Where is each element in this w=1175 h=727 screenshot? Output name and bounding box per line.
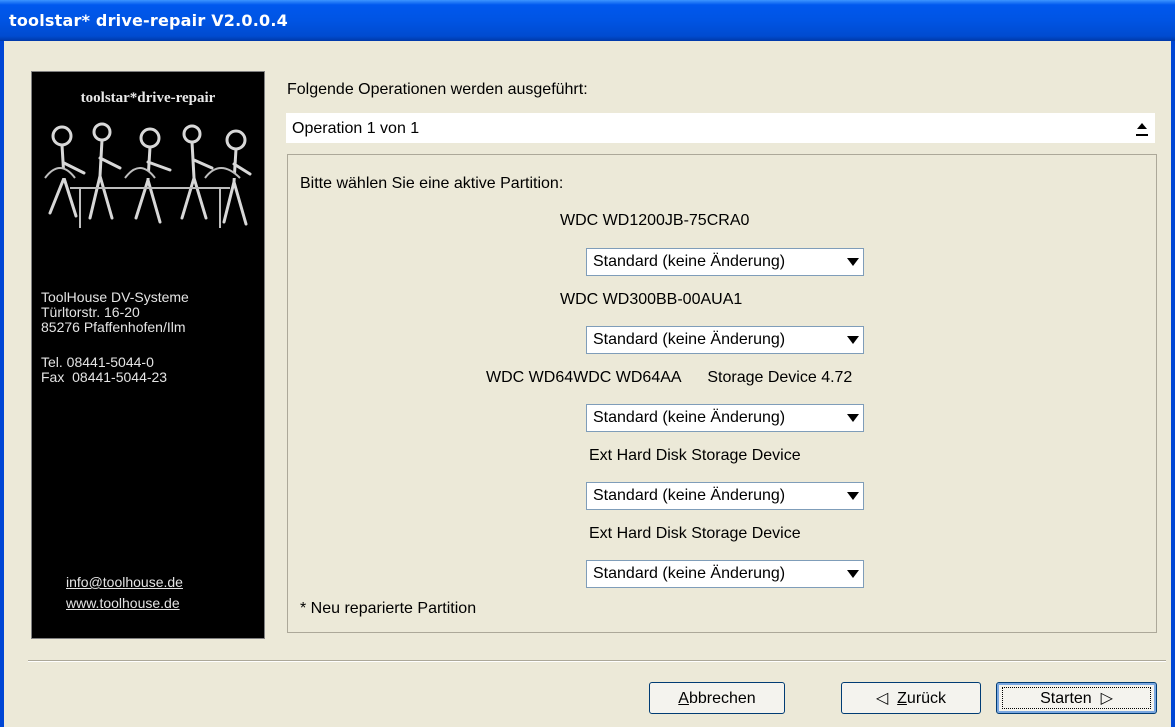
address-line: 85276 Pfaffenhofen/Ilm [41, 319, 186, 335]
client-area: toolstar*drive-repair ToolHouse DV-Syste… [4, 41, 1171, 727]
window-title: toolstar* drive-repair V2.0.0.4 [9, 11, 288, 30]
address-line: Türltorstr. 16-20 [41, 304, 140, 320]
cancel-button[interactable]: Abbrechen [649, 682, 785, 714]
partition-select[interactable]: Standard (keine Änderung) [586, 326, 864, 354]
back-accelerator: Z [897, 690, 907, 707]
email-link[interactable]: info@toolhouse.de [66, 572, 183, 593]
device-label: WDC WD1200JB-75CRA0 [560, 212, 750, 229]
arrow-left-icon: ◁ [875, 690, 889, 707]
partition-group: Bitte wählen Sie eine aktive Partition: … [287, 154, 1157, 633]
chevron-down-icon[interactable] [844, 328, 862, 352]
company-address: ToolHouse DV-Systeme Türltorstr. 16-20 8… [41, 290, 189, 385]
brand-logo-text: toolstar*drive-repair [80, 90, 216, 106]
device-label: Ext Hard Disk Storage Device [589, 447, 801, 464]
operation-indicator: Operation 1 von 1 [286, 113, 1155, 143]
website-link[interactable]: www.toolhouse.de [66, 593, 183, 614]
cancel-label: bbrechen [688, 690, 756, 707]
partition-select-value: Standard (keine Änderung) [593, 253, 786, 270]
partition-select-value: Standard (keine Änderung) [593, 565, 786, 582]
back-label: urück [906, 690, 947, 707]
chevron-down-icon[interactable] [844, 484, 862, 508]
focus-rect [1002, 687, 1151, 709]
separator [28, 660, 1166, 662]
skeleton-artwork-icon [40, 118, 256, 236]
chevron-down-icon[interactable] [844, 406, 862, 430]
fax-line: Fax 08441-5044-23 [41, 369, 168, 385]
footnote: * Neu reparierte Partition [300, 600, 477, 617]
partition-select[interactable]: Standard (keine Änderung) [586, 560, 864, 588]
sidebar-links: info@toolhouse.de www.toolhouse.de [66, 572, 183, 614]
chevron-down-icon[interactable] [844, 562, 862, 586]
window-frame-right [1171, 41, 1175, 727]
partition-select-value: Standard (keine Änderung) [593, 331, 786, 348]
start-button[interactable]: Starten ▷ [996, 682, 1157, 714]
app-window: toolstar* drive-repair V2.0.0.4 toolstar… [0, 0, 1175, 727]
chevron-down-icon[interactable] [844, 250, 862, 274]
title-bar[interactable]: toolstar* drive-repair V2.0.0.4 [0, 0, 1175, 41]
partition-select[interactable]: Standard (keine Änderung) [586, 248, 864, 276]
back-button[interactable]: ◁ Zurück [841, 682, 981, 714]
device-label: Ext Hard Disk Storage Device [589, 525, 801, 542]
partition-prompt: Bitte wählen Sie eine aktive Partition: [300, 175, 564, 192]
scroll-up-icon[interactable] [1134, 117, 1150, 139]
operation-counter: Operation 1 von 1 [292, 120, 420, 137]
operations-heading: Folgende Operationen werden ausgeführt: [287, 81, 588, 98]
partition-select[interactable]: Standard (keine Änderung) [586, 404, 864, 432]
phone-line: Tel. 08441-5044-0 [41, 354, 154, 370]
device-label: WDC WD64WDC WD64AA Storage Device 4.72 [486, 369, 853, 386]
address-line: ToolHouse DV-Systeme [41, 289, 189, 305]
partition-select-value: Standard (keine Änderung) [593, 487, 786, 504]
sidebar-banner: toolstar*drive-repair ToolHouse DV-Syste… [31, 71, 265, 639]
partition-select[interactable]: Standard (keine Änderung) [586, 482, 864, 510]
device-label: WDC WD300BB-00AUA1 [560, 291, 743, 308]
cancel-accelerator: A [678, 690, 689, 707]
partition-select-value: Standard (keine Änderung) [593, 409, 786, 426]
